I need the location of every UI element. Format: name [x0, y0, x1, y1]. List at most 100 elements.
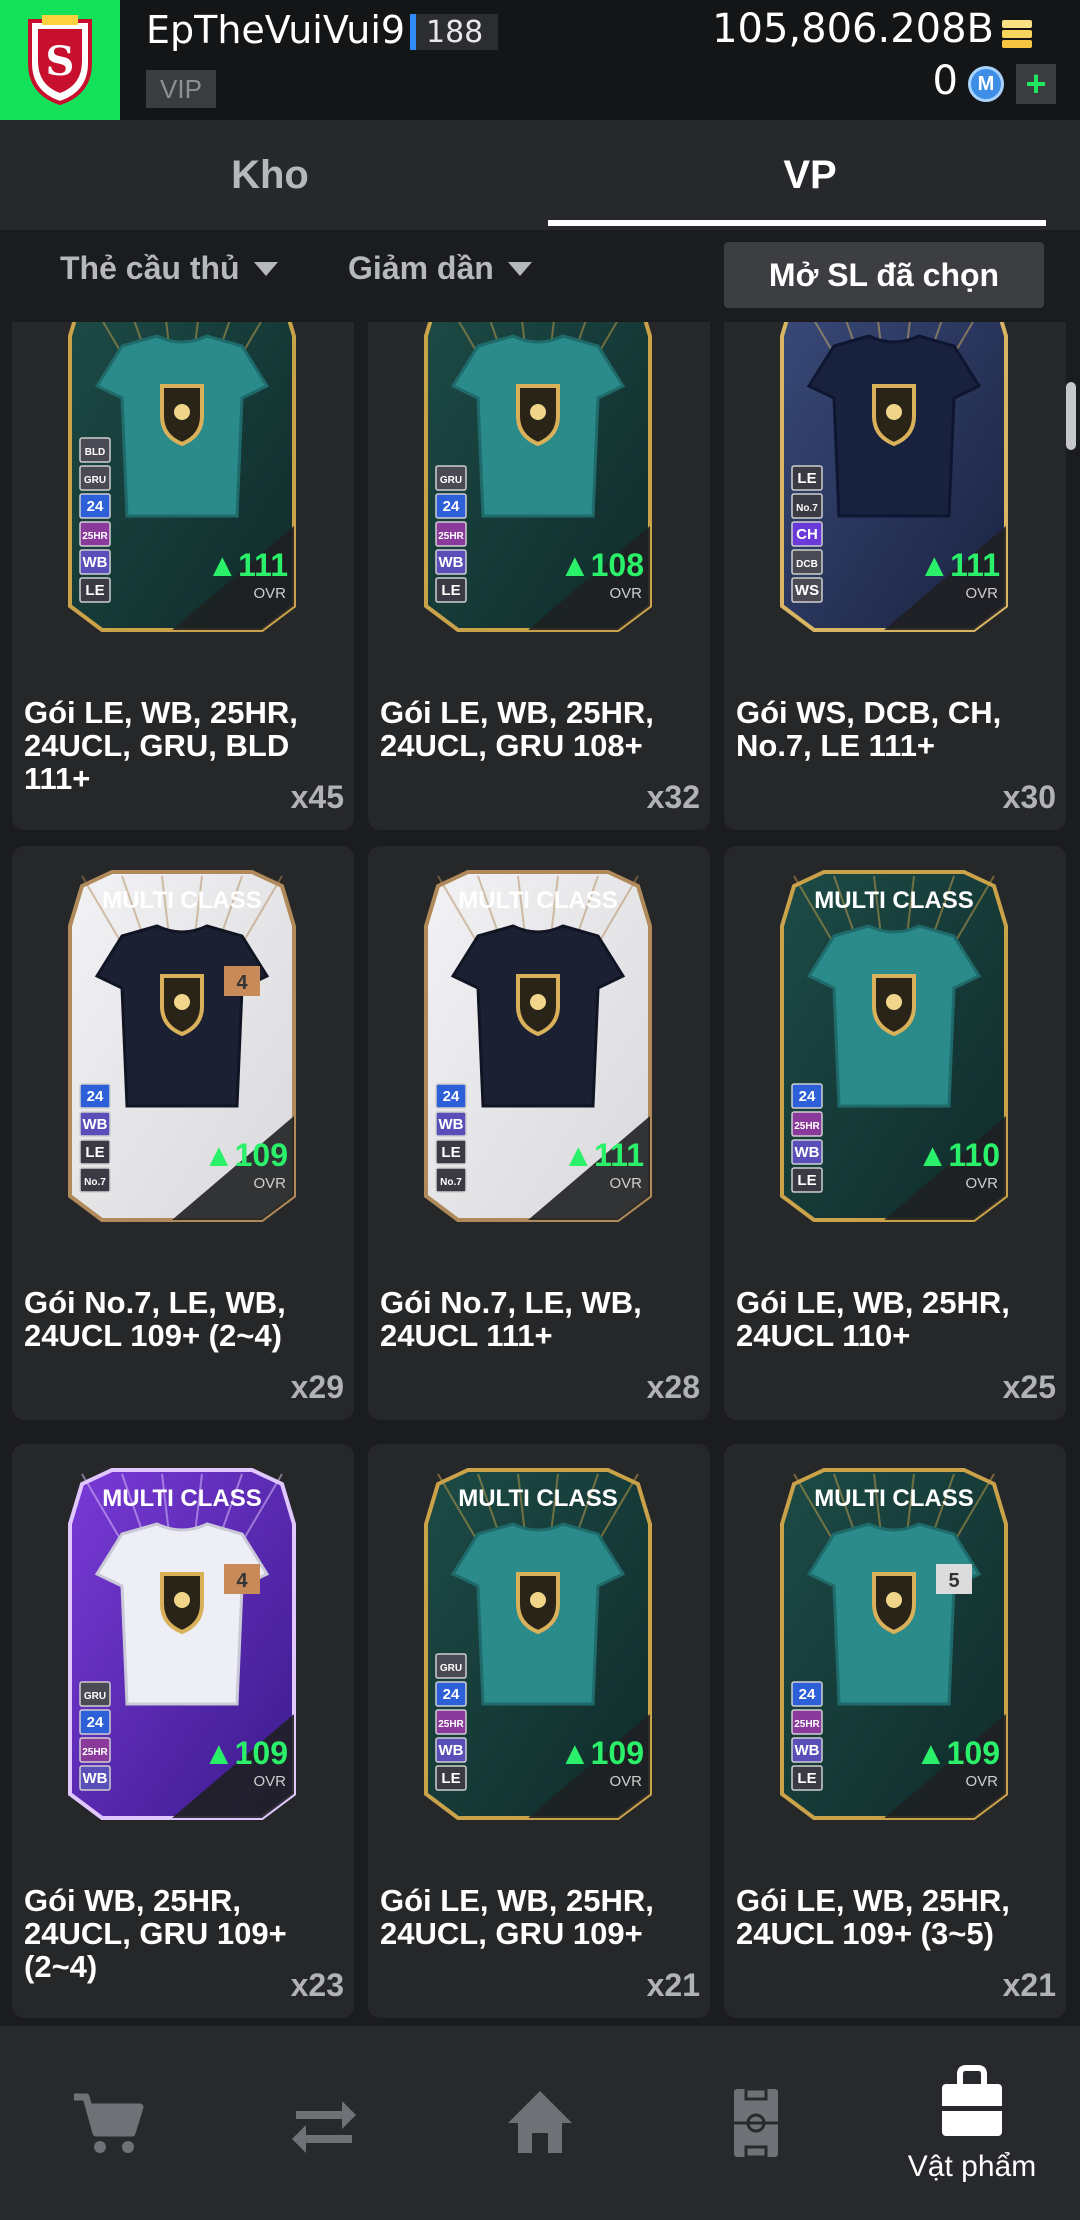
level-number: 188: [426, 14, 484, 50]
pack-name: Gói LE, WB, 25HR, 24UCL 109+ (3~5): [736, 1883, 1010, 1951]
item-pack-card[interactable]: MULTI CLASS 24 25HR WB LE ▲110 OVR Gói LE, WB, …: [724, 846, 1066, 1420]
nav-home[interactable]: [432, 2026, 648, 2220]
item-pack-card[interactable]: MULTI CLASS 4 24 WB LE No.7 ▲109 OVR Gói No.7, L…: [12, 846, 354, 1420]
card-title: MULTI CLASS: [814, 1485, 974, 1512]
class-badge-label: WB: [439, 1116, 464, 1133]
player-card-image: MULTI CLASS 24 WB LE No.7 ▲111 OVR: [424, 870, 652, 1222]
item-pack-card[interactable]: MULTI CLASSBLDGRU2425HRWBLE▲111OVRGói LE…: [12, 322, 354, 830]
filter-bar: Thẻ cầu thủ Giảm dần Mở SL đã chọn: [0, 230, 1080, 322]
ovr-label: OVR: [609, 1175, 642, 1192]
caret-down-icon: [253, 261, 278, 276]
ovr-value: ▲109: [203, 1735, 288, 1771]
item-grid[interactable]: MULTI CLASS BLD GRU 24 25HR WB LE ▲111 OVR Gói LE…: [0, 322, 1080, 2026]
player-card-image: MULTI CLASS GRU 24 25HR WB LE ▲109 OVR: [424, 1468, 652, 1820]
card-title: MULTI CLASS: [814, 887, 974, 914]
pack-name: Gói No.7, LE, WB, 24UCL 111+: [380, 1285, 642, 1353]
club-crest-icon: S: [28, 15, 92, 106]
ovr-value: ▲110: [917, 1137, 1000, 1173]
pack-quantity: x23: [290, 1967, 344, 2003]
class-badge-label: No.7: [84, 1177, 106, 1188]
class-badge-label: No.7: [440, 1177, 462, 1188]
pack-quantity: x21: [1002, 1967, 1056, 2003]
class-badge-label: WB: [83, 554, 108, 571]
class-badge-label: DCB: [796, 559, 818, 570]
class-badge-label: 25HR: [438, 531, 464, 542]
class-badge-label: WB: [439, 554, 464, 571]
card-title: MULTI CLASS: [102, 1485, 262, 1512]
bottom-navigation: Vật phẩm: [0, 2026, 1080, 2220]
type-filter-label: Thẻ cầu thủ: [60, 250, 240, 286]
nav-squad[interactable]: [648, 2026, 864, 2220]
pack-name: Gói No.7, LE, WB, 24UCL 109+ (2~4): [24, 1285, 286, 1353]
sort-label: Giảm dần: [348, 250, 494, 286]
player-card-image: MULTI CLASS 4 24 WB LE No.7 ▲109 OVR: [68, 870, 296, 1222]
class-badge-label: WB: [83, 1116, 108, 1133]
class-badge-label: LE: [441, 1144, 460, 1161]
class-badge-label: 25HR: [82, 1747, 108, 1758]
coin-stack-icon: [1002, 20, 1032, 48]
ovr-value: ▲111: [918, 547, 1000, 583]
level-bar: [410, 14, 416, 50]
item-pack-card[interactable]: MULTI CLASS LE No.7 CH DCB WS ▲111 OVR Gói WS, D…: [724, 322, 1066, 830]
class-badge-label: WS: [795, 582, 819, 599]
pack-quantity: x30: [1002, 779, 1056, 815]
pack-quantity: x29: [290, 1369, 344, 1405]
pack-quantity: x25: [1002, 1369, 1056, 1405]
class-badge-label: GRU: [440, 475, 462, 486]
active-tab-indicator: [548, 220, 1046, 226]
item-pack-card[interactable]: MULTI CLASS 5 24 25HR WB LE ▲109 OVR Gói LE, WB,…: [724, 1444, 1066, 2018]
class-badge-label: 24: [799, 1088, 816, 1105]
ovr-value: ▲109: [915, 1735, 1000, 1771]
type-filter-dropdown[interactable]: Thẻ cầu thủ: [60, 250, 278, 287]
ovr-label: OVR: [965, 1175, 998, 1192]
pack-count-label: 5: [948, 1570, 959, 1592]
pack-count-label: 4: [236, 972, 248, 994]
class-badge-label: CH: [796, 526, 818, 543]
card-title: MULTI CLASS: [458, 887, 618, 914]
club-logo[interactable]: S: [0, 0, 120, 120]
tab-kho[interactable]: Kho: [0, 120, 540, 230]
class-badge-label: LE: [797, 470, 816, 487]
open-selected-button[interactable]: Mở SL đã chọn: [724, 242, 1044, 308]
scrollbar-thumb[interactable]: [1066, 382, 1076, 450]
top-header: S EpTheVuiVui9 188 VIP 105,806.208B 0 M …: [0, 0, 1080, 120]
ovr-label: OVR: [253, 1175, 286, 1192]
class-badge-label: 25HR: [794, 1121, 820, 1132]
ovr-value: ▲111: [206, 547, 288, 583]
pack-name: Gói WS, DCB, CH, No.7, LE 111+: [736, 695, 1002, 763]
card-title: MULTI CLASS: [102, 887, 262, 914]
ovr-label: OVR: [253, 1773, 286, 1790]
ovr-label: OVR: [609, 585, 642, 602]
ovr-label: OVR: [965, 585, 998, 602]
class-badge-label: LE: [441, 582, 460, 599]
item-pack-card[interactable]: MULTI CLASS GRU 24 25HR WB LE ▲108 OVR Gói LE, W…: [368, 322, 710, 830]
class-badge-label: 24: [87, 1088, 104, 1105]
add-currency-button[interactable]: +: [1016, 63, 1056, 104]
ovr-label: OVR: [965, 1773, 998, 1790]
player-card-image: MULTI CLASS 4 GRU 24 25HR WB ▲109 OVR: [68, 1468, 296, 1820]
nav-transfer[interactable]: [216, 2026, 432, 2220]
class-badge-label: BLD: [85, 447, 106, 458]
class-badge-label: 25HR: [794, 1719, 820, 1730]
item-pack-card[interactable]: MULTI CLASS GRU 24 25HR WB LE ▲109 OVR Gói LE, W…: [368, 1444, 710, 2018]
class-badge-label: WB: [83, 1770, 108, 1787]
card-title: MULTI CLASS: [814, 322, 974, 324]
pack-quantity: x32: [646, 779, 700, 815]
pack-quantity: x21: [646, 1967, 700, 2003]
class-badge-label: LE: [797, 1770, 816, 1787]
ovr-label: OVR: [253, 585, 286, 602]
tab-vp[interactable]: VP: [540, 120, 1080, 230]
ovr-value: ▲111: [562, 1137, 644, 1173]
class-badge-label: 24: [87, 498, 104, 515]
transfer-icon: [292, 2101, 356, 2153]
pack-name: Gói LE, WB, 25HR, 24UCL, GRU 108+: [380, 695, 654, 763]
class-badge-label: WB: [795, 1742, 820, 1759]
nav-items[interactable]: Vật phẩm: [864, 2026, 1080, 2220]
item-pack-card[interactable]: MULTI CLASS 4 GRU 24 25HR WB ▲109 OVR Gói WB, 25…: [12, 1444, 354, 2018]
level-badge: 188: [410, 14, 498, 50]
item-pack-card[interactable]: MULTI CLASS 24 WB LE No.7 ▲111 OVR Gói No.7, LE…: [368, 846, 710, 1420]
mcoin-icon: M: [968, 66, 1004, 102]
nav-shop[interactable]: [0, 2026, 216, 2220]
sort-dropdown[interactable]: Giảm dần: [348, 250, 532, 287]
vip-badge[interactable]: VIP: [146, 70, 216, 108]
